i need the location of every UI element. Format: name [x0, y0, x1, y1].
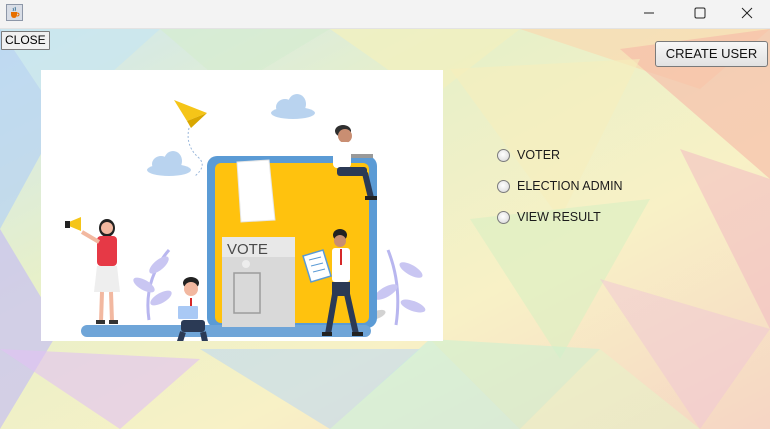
close-icon	[741, 7, 753, 19]
radio-option-view-result[interactable]: VIEW RESULT	[497, 207, 601, 227]
java-cup-icon	[6, 4, 23, 21]
vote-sign: VOTE	[227, 241, 268, 258]
window-close-button[interactable]	[724, 0, 770, 28]
cloud-icon	[147, 151, 191, 176]
maximize-button[interactable]	[676, 0, 722, 28]
create-user-button[interactable]: CREATE USER	[655, 41, 768, 67]
window-content: CLOSE CREATE USER VOTE VOTER ELECTION AD…	[0, 29, 770, 429]
plant-icon	[133, 249, 172, 321]
radio-option-election-admin[interactable]: ELECTION ADMIN	[497, 176, 623, 196]
radio-option-voter[interactable]: VOTER	[497, 145, 560, 165]
window-title-bar	[0, 0, 770, 29]
voting-illustration: VOTE	[41, 70, 443, 352]
ballot-paper-icon	[236, 159, 276, 223]
close-button[interactable]: CLOSE	[1, 31, 50, 50]
radio-button[interactable]	[497, 179, 510, 193]
cloud-icon	[271, 94, 315, 119]
radio-label: VIEW RESULT	[517, 210, 601, 224]
maximize-icon	[694, 7, 706, 19]
minimize-icon	[644, 12, 654, 14]
radio-button[interactable]	[497, 148, 510, 162]
radio-label: VOTER	[517, 148, 561, 162]
minimize-button[interactable]	[626, 0, 672, 28]
woman-megaphone-figure	[65, 217, 120, 324]
radio-button[interactable]	[497, 210, 510, 224]
radio-label: ELECTION ADMIN	[517, 179, 623, 193]
